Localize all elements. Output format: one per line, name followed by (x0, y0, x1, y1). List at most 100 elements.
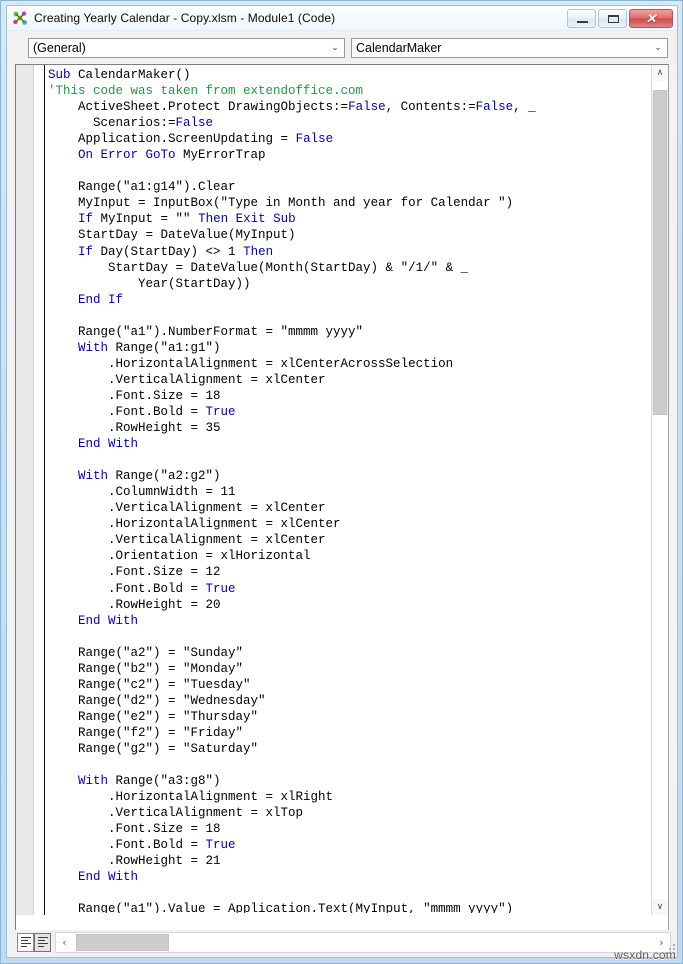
code-line: StartDay = DateValue(MyInput) (78, 228, 296, 243)
code-line: Range("a1").Value = Application.Text(MyI… (78, 902, 514, 913)
procedure-view-icon (21, 937, 31, 949)
code-line: With Range("a3:g8") (78, 774, 221, 789)
code-line: Application.ScreenUpdating = False (78, 132, 334, 147)
code-keyword: False (475, 100, 514, 115)
code-line: .Font.Bold = True (108, 404, 236, 419)
procedure-combobox[interactable]: CalendarMaker ⌄ (351, 38, 668, 58)
code-keyword: With (78, 469, 109, 484)
code-keyword: With (78, 340, 109, 355)
code-line: .RowHeight = 35 (108, 421, 221, 436)
code-keyword: Sub (48, 68, 71, 82)
code-line: If MyInput = "" Then Exit Sub (78, 212, 296, 227)
full-module-view-icon (38, 937, 48, 949)
code-keyword: False (295, 132, 334, 147)
code-keyword: Then Exit Sub (198, 212, 296, 227)
scroll-left-icon[interactable]: ‹ (56, 933, 73, 952)
window-title: Creating Yearly Calendar - Copy.xlsm - M… (34, 11, 336, 25)
code-line: .Font.Size = 12 (108, 565, 221, 580)
code-line: End With (48, 436, 650, 452)
code-line: Scenarios:=False (93, 116, 214, 131)
chevron-down-icon[interactable]: ⌄ (649, 39, 667, 57)
code-line: .RowHeight = 21 (108, 854, 221, 869)
margin-divider (44, 65, 45, 931)
code-line: .Font.Size = 18 (108, 388, 221, 403)
code-line: .VerticalAlignment = xlTop (108, 806, 304, 821)
code-keyword: If (78, 212, 94, 227)
object-procedure-bar: (General) ⌄ CalendarMaker ⌄ (7, 31, 677, 64)
code-line: .Font.Size = 18 (108, 822, 221, 837)
code-keyword: If (78, 244, 94, 259)
code-keyword: On Error GoTo (78, 148, 176, 163)
code-keyword: End With (78, 870, 139, 885)
code-keyword: End If (78, 292, 124, 307)
margin-indicator-bar[interactable] (16, 65, 34, 931)
code-keyword: True (205, 838, 236, 853)
code-line: .RowHeight = 20 (108, 597, 221, 612)
horizontal-scrollbar[interactable]: ‹ › (55, 932, 671, 953)
code-keyword: End With (78, 437, 139, 452)
code-editor-text[interactable]: Sub CalendarMaker() 'This code was taken … (48, 67, 650, 913)
close-button[interactable]: ✕ (629, 8, 673, 28)
code-pane[interactable]: Sub CalendarMaker() 'This code was taken … (15, 64, 669, 932)
code-line: .Orientation = xlHorizontal (108, 549, 311, 564)
minimize-button[interactable] (567, 8, 596, 28)
object-combobox[interactable]: (General) ⌄ (28, 38, 345, 58)
code-keyword: Then (243, 244, 274, 259)
full-module-view-button[interactable] (34, 933, 51, 952)
hscroll-thumb[interactable] (76, 934, 169, 951)
code-line: 'This code was taken from extendoffice.c… (48, 83, 650, 99)
close-icon: ✕ (645, 10, 657, 26)
vscroll-track-lower[interactable] (652, 415, 668, 899)
code-keyword: With (78, 774, 109, 789)
code-line: Range("g2") = "Saturday" (78, 741, 259, 756)
vbe-code-window: Creating Yearly Calendar - Copy.xlsm - M… (0, 0, 683, 964)
maximize-button[interactable] (598, 8, 627, 28)
code-line: ActiveSheet.Protect DrawingObjects:=Fals… (78, 100, 536, 115)
code-line: .VerticalAlignment = xlCenter (108, 372, 326, 387)
code-line: .HorizontalAlignment = xlRight (108, 790, 334, 805)
code-line: .HorizontalAlignment = xlCenterAcrossSel… (108, 356, 454, 371)
window-client-area: Creating Yearly Calendar - Copy.xlsm - M… (6, 5, 678, 958)
code-keyword: True (205, 404, 236, 419)
code-line: Range("e2") = "Thursday" (78, 709, 259, 724)
code-line: Range("a1:g14").Clear (78, 180, 236, 195)
code-line: With Range("a1:g1") (78, 340, 221, 355)
code-line: Range("c2") = "Tuesday" (78, 677, 251, 692)
code-line: Range("a2") = "Sunday" (78, 645, 244, 660)
code-line: .VerticalAlignment = xlCenter (108, 533, 326, 548)
chevron-down-icon[interactable]: ⌄ (326, 39, 344, 57)
code-line: .ColumnWidth = 11 (108, 485, 236, 500)
scroll-down-icon[interactable]: ∨ (652, 899, 668, 915)
code-line: End If (48, 292, 650, 308)
code-line: StartDay = DateValue(Month(StartDay) & "… (108, 260, 469, 275)
code-keyword: True (205, 581, 236, 596)
vertical-scrollbar[interactable]: ∧ ∨ (651, 65, 668, 915)
code-line: .Font.Bold = True (108, 581, 236, 596)
code-line: End With (48, 613, 650, 629)
code-line: End With (48, 869, 650, 885)
code-keyword: False (348, 100, 386, 115)
code-line: Range("d2") = "Wednesday" (78, 693, 266, 708)
code-line: If Day(StartDay) <> 1 Then (78, 244, 274, 259)
caption-buttons: ✕ (565, 8, 673, 28)
code-line: .VerticalAlignment = xlCenter (108, 501, 326, 516)
object-combobox-value: (General) (33, 41, 86, 55)
code-pane-bottom-gutter (16, 915, 668, 931)
code-keyword: False (175, 116, 214, 131)
vscroll-track-upper[interactable] (652, 81, 668, 90)
scroll-up-icon[interactable]: ∧ (652, 65, 668, 81)
vscroll-thumb[interactable] (653, 90, 667, 415)
code-line: Range("a1").NumberFormat = "mmmm yyyy" (78, 324, 364, 339)
code-line: Year(StartDay)) (138, 276, 251, 291)
code-line: .Font.Bold = True (108, 838, 236, 853)
procedure-view-button[interactable] (17, 933, 34, 952)
code-keyword: End With (78, 613, 139, 628)
titlebar: Creating Yearly Calendar - Copy.xlsm - M… (7, 6, 677, 31)
code-line: On Error GoTo MyErrorTrap (78, 148, 266, 163)
watermark: wsxdn.com (614, 948, 676, 962)
